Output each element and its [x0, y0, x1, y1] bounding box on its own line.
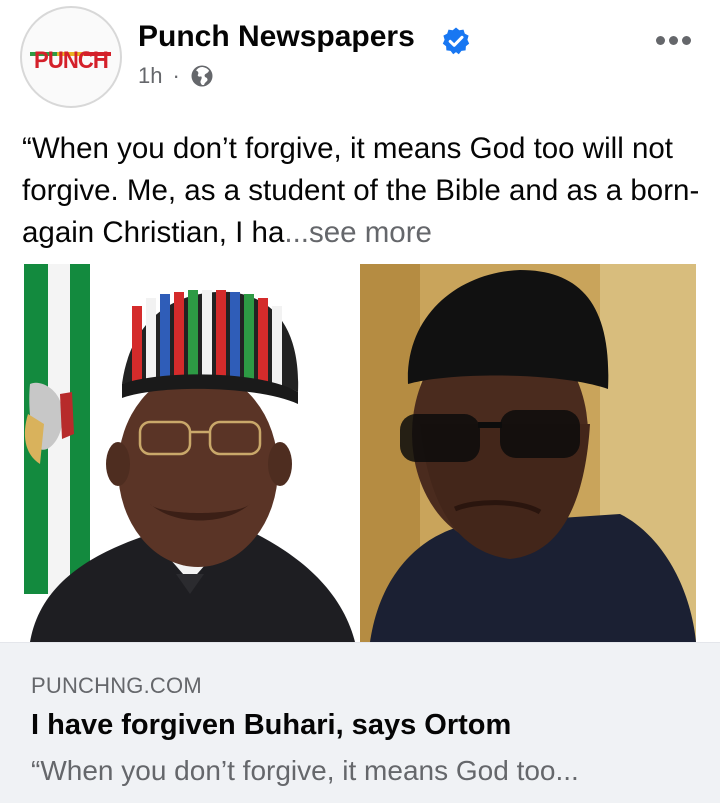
page-avatar[interactable]: PUNCH — [20, 6, 122, 108]
facebook-post: PUNCH Punch Newspapers 1h · “When you do… — [0, 0, 720, 803]
post-meta: 1h · — [138, 62, 214, 90]
meta-separator: · — [172, 63, 180, 88]
link-description: “When you don’t forgive, it means God to… — [31, 755, 579, 786]
post-header: PUNCH Punch Newspapers 1h · — [0, 0, 720, 110]
punch-logo: PUNCH — [28, 37, 114, 77]
logo-text: PUNCH — [34, 47, 109, 74]
more-options-icon[interactable] — [656, 32, 700, 56]
see-more-link[interactable]: ...see more — [284, 216, 432, 249]
post-photo[interactable] — [0, 264, 720, 642]
link-headline[interactable]: I have forgiven Buhari, says Ortom — [31, 709, 511, 742]
page-name-link[interactable]: Punch Newspapers — [138, 20, 415, 54]
verified-badge-icon — [442, 27, 470, 55]
post-time[interactable]: 1h — [138, 63, 162, 89]
link-preview[interactable]: PUNCHNG.COM I have forgiven Buhari, says… — [0, 642, 720, 803]
globe-icon — [191, 65, 213, 87]
post-caption: “When you don’t forgive, it means God to… — [22, 128, 702, 254]
link-domain: PUNCHNG.COM — [31, 673, 202, 698]
